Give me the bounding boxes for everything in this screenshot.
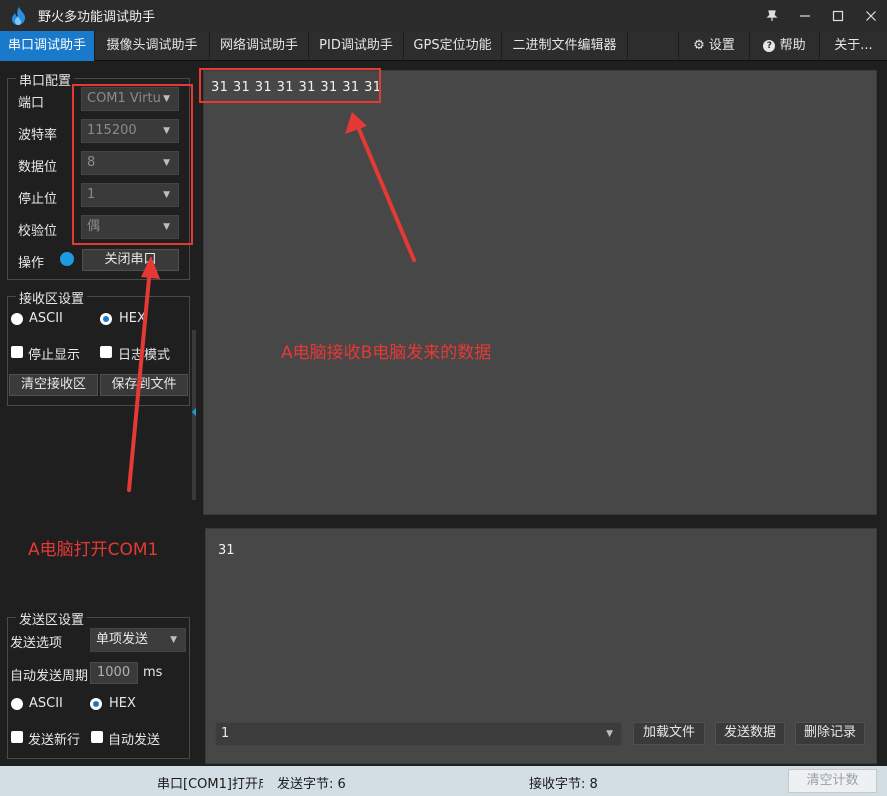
collapse-arrow-icon[interactable]	[192, 408, 196, 416]
help-tab[interactable]: ? 帮助	[749, 31, 819, 61]
baud-label: 波特率	[18, 128, 58, 143]
clear-count-button[interactable]: 清空计数	[788, 769, 877, 793]
operate-label: 操作	[18, 256, 45, 271]
tab-serial-assistant[interactable]: 串口调试助手	[0, 31, 95, 61]
port-label: 端口	[18, 96, 45, 111]
send-settings-title: 发送区设置	[16, 609, 88, 628]
flame-logo-icon	[8, 5, 30, 27]
send-content: 31	[218, 543, 235, 558]
recv-bytes-text: 接收字节: 8	[529, 777, 598, 792]
send-newline-checkbox[interactable]	[11, 731, 23, 743]
save-to-file-button[interactable]: 保存到文件	[100, 374, 188, 396]
window-title: 野火多功能调试助手	[38, 10, 156, 25]
auto-period-input[interactable]: 1000	[90, 662, 138, 684]
port-status-text: 串口[COM1]打开成	[157, 777, 263, 792]
send-option-select[interactable]: 单项发送 ▼	[90, 628, 186, 652]
send-ascii-label: ASCII	[29, 696, 63, 711]
send-history-select[interactable]: 1 ▼	[215, 722, 622, 746]
help-icon: ?	[763, 39, 776, 52]
stopbits-label: 停止位	[18, 192, 58, 207]
send-option-label: 发送选项	[10, 636, 63, 651]
stop-display-label: 停止显示	[28, 348, 81, 363]
receive-textarea[interactable]	[203, 70, 877, 515]
about-tab[interactable]: 关于...	[819, 31, 887, 61]
log-mode-label: 日志模式	[118, 348, 171, 363]
open-annotation-text: A电脑打开COM1	[28, 540, 159, 560]
recv-hex-radio[interactable]	[100, 313, 112, 325]
parity-label: 校验位	[18, 224, 58, 239]
settings-tab[interactable]: ⚙ 设置	[678, 31, 749, 61]
serial-config-highlight-box	[72, 84, 193, 245]
recv-hex-label: HEX	[119, 311, 146, 326]
auto-period-label: 自动发送周期	[10, 669, 89, 684]
send-ascii-radio[interactable]	[11, 698, 23, 710]
sent-bytes-text: 发送字节: 6	[277, 777, 346, 792]
send-hex-label: HEX	[109, 696, 136, 711]
close-port-button[interactable]: 关闭串口	[82, 249, 179, 271]
recv-settings-title: 接收区设置	[16, 288, 88, 307]
delete-record-button[interactable]: 删除记录	[795, 722, 865, 745]
tab-pid-assistant[interactable]: PID调试助手	[309, 31, 404, 61]
send-hex-radio[interactable]	[90, 698, 102, 710]
tab-camera-assistant[interactable]: 摄像头调试助手	[95, 31, 210, 61]
maximize-icon[interactable]	[821, 0, 854, 31]
auto-send-checkbox[interactable]	[91, 731, 103, 743]
auto-send-label: 自动发送	[108, 733, 161, 748]
databits-label: 数据位	[18, 160, 58, 175]
clear-receive-button[interactable]: 清空接收区	[9, 374, 98, 396]
stop-display-checkbox[interactable]	[11, 346, 23, 358]
chevron-down-icon: ▼	[606, 729, 613, 739]
main-tab-bar: 串口调试助手 摄像头调试助手 网络调试助手 PID调试助手 GPS定位功能 二进…	[0, 31, 887, 61]
send-data-button[interactable]: 发送数据	[715, 722, 785, 745]
receive-data-highlight-box	[199, 68, 381, 103]
serial-config-title: 串口配置	[16, 70, 75, 89]
title-bar: 野火多功能调试助手	[0, 0, 887, 31]
tab-gps[interactable]: GPS定位功能	[404, 31, 502, 61]
load-file-button[interactable]: 加载文件	[633, 722, 705, 745]
period-unit-label: ms	[143, 665, 163, 680]
status-bar: 串口[COM1]打开成 发送字节: 6 接收字节: 8 清空计数	[0, 766, 887, 796]
receive-annotation-text: A电脑接收B电脑发来的数据	[281, 343, 492, 363]
minimize-icon[interactable]	[788, 0, 821, 31]
chevron-down-icon: ▼	[170, 635, 177, 645]
gear-icon: ⚙	[693, 38, 705, 53]
tab-network-assistant[interactable]: 网络调试助手	[210, 31, 309, 61]
recv-ascii-label: ASCII	[29, 311, 63, 326]
close-icon[interactable]	[854, 0, 887, 31]
recv-ascii-radio[interactable]	[11, 313, 23, 325]
pin-icon[interactable]	[755, 0, 788, 31]
port-status-indicator-icon	[60, 252, 74, 266]
send-newline-label: 发送新行	[28, 733, 81, 748]
log-mode-checkbox[interactable]	[100, 346, 112, 358]
tab-binary-editor[interactable]: 二进制文件编辑器	[502, 31, 628, 61]
